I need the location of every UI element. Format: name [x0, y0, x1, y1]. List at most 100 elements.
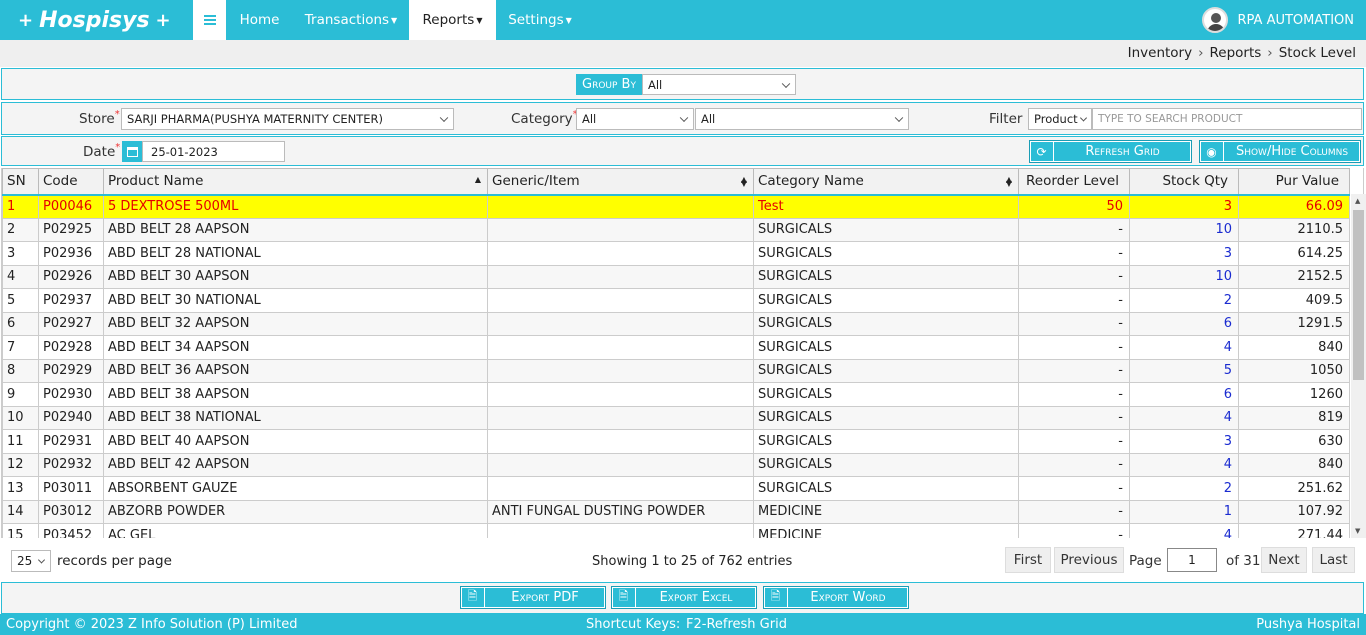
- table-row[interactable]: 14 P03012 ABZORB POWDER ANTI FUNGAL DUSTING…: [2, 499, 1350, 524]
- table-row[interactable]: 9 P02930 ABD BELT 38 AAPSON SURGICALS -6 1260: [2, 382, 1350, 407]
- copyright-text: Copyright © 2023 Z Info Solution (P) Lim…: [6, 617, 298, 632]
- table-row[interactable]: 10 P02940 ABD BELT 38 NATIONAL SURGICALS -4 8…: [2, 405, 1350, 430]
- grid-scrollbar[interactable]: ▲ ▼: [1351, 194, 1366, 538]
- cell-pur-value: 840: [1238, 335, 1350, 360]
- store-select[interactable]: SARJI PHARMA(PUSHYA MATERNITY CENTER): [121, 108, 454, 130]
- cell-code: P02931: [38, 429, 104, 454]
- table-row[interactable]: 6 P02927 ABD BELT 32 AAPSON SURGICALS -6 1291…: [2, 311, 1350, 336]
- breadcrumb-inventory[interactable]: Inventory: [1128, 45, 1192, 61]
- cell-generic-item: [487, 523, 754, 538]
- export-excel-button[interactable]: 🗎 Export Excel: [611, 586, 757, 609]
- cell-pur-value: 840: [1238, 452, 1350, 477]
- category-value-2: All: [701, 112, 716, 126]
- table-row[interactable]: 3 P02936 ABD BELT 28 NATIONAL SURGICALS -3 61…: [2, 241, 1350, 266]
- calendar-button[interactable]: [122, 141, 142, 162]
- cell-reorder-level: -: [1018, 523, 1130, 538]
- refresh-grid-button[interactable]: ⟳ Refresh Grid: [1029, 140, 1192, 163]
- caret-down-icon: ▼: [476, 15, 483, 25]
- table-row[interactable]: 11 P02931 ABD BELT 40 AAPSON SURGICALS -3 630: [2, 429, 1350, 454]
- table-row[interactable]: 12 P02932 ABD BELT 42 AAPSON SURGICALS -4 840: [2, 452, 1350, 477]
- category-select-2[interactable]: All: [695, 108, 909, 130]
- scroll-down-icon[interactable]: ▼: [1355, 527, 1360, 535]
- column-header-reorder-level[interactable]: Reorder Level: [1018, 168, 1130, 196]
- nav-settings[interactable]: Settings ▼: [496, 0, 584, 40]
- column-header-stock-qty[interactable]: Stock Qty: [1129, 168, 1239, 196]
- cell-reorder-level: -: [1018, 429, 1130, 454]
- column-header-pur-value[interactable]: Pur Value: [1238, 168, 1350, 196]
- sort-icon: ▲ ▼: [740, 175, 747, 188]
- export-excel-label: Export Excel: [659, 590, 733, 605]
- table-row[interactable]: 13 P03011 ABSORBENT GAUZE SURGICALS -2 251.62: [2, 476, 1350, 501]
- cell-category-name: SURGICALS: [753, 335, 1019, 360]
- nav-transactions-label: Transactions: [304, 12, 390, 28]
- column-header-generic-item[interactable]: Generic/Item ▲ ▼: [487, 168, 754, 196]
- cell-stock-qty: 4: [1129, 523, 1239, 538]
- table-row[interactable]: 4 P02926 ABD BELT 30 AAPSON SURGICALS -10 215…: [2, 264, 1350, 289]
- menu-toggle-button[interactable]: [193, 0, 226, 40]
- table-row[interactable]: 5 P02937 ABD BELT 30 NATIONAL SURGICALS -2 40…: [2, 288, 1350, 313]
- chevron-down-icon: [37, 556, 46, 564]
- column-header-sn[interactable]: SN: [2, 168, 39, 196]
- column-header-code[interactable]: Code: [38, 168, 104, 196]
- nav-reports[interactable]: Reports ▼: [409, 0, 496, 40]
- logo-text: Hospisys: [39, 7, 150, 33]
- cell-stock-qty: 1: [1129, 499, 1239, 524]
- table-row[interactable]: 15 P03452 AC GEL MEDICINE -4 271.44: [2, 523, 1350, 538]
- showing-entries-text: Showing 1 to 25 of 762 entries: [592, 554, 793, 569]
- user-menu[interactable]: RPA AUTOMATION: [1201, 7, 1354, 33]
- table-row[interactable]: 2 P02925 ABD BELT 28 AAPSON SURGICALS -10 211…: [2, 217, 1350, 242]
- hospisys-logo[interactable]: + Hospisys +: [18, 6, 171, 34]
- cell-code: P02927: [38, 311, 104, 336]
- cell-category-name: SURGICALS: [753, 476, 1019, 501]
- table-row[interactable]: 1 P00046 5 DEXTROSE 500ML Test 50 3 66.09: [2, 194, 1350, 219]
- cell-pur-value: 2152.5: [1238, 264, 1350, 289]
- records-per-page-select[interactable]: 25: [11, 550, 51, 572]
- show-hide-columns-button[interactable]: ◉ Show/Hide Columns: [1199, 140, 1361, 163]
- cell-code: P03012: [38, 499, 104, 524]
- cell-generic-item: [487, 335, 754, 360]
- nav-home[interactable]: Home: [226, 0, 293, 40]
- nav-home-label: Home: [239, 12, 280, 28]
- filter-type-select[interactable]: Product: [1028, 108, 1092, 130]
- cell-product-name: ABD BELT 28 NATIONAL: [103, 241, 488, 266]
- cell-code: P02926: [38, 264, 104, 289]
- column-header-generic-item-label: Generic/Item: [492, 173, 580, 190]
- excel-file-icon: 🗎: [612, 587, 636, 608]
- cell-pur-value: 271.44: [1238, 523, 1350, 538]
- table-row[interactable]: 8 P02929 ABD BELT 36 AAPSON SURGICALS -5 1050: [2, 358, 1350, 383]
- table-row[interactable]: 7 P02928 ABD BELT 34 AAPSON SURGICALS -4 840: [2, 335, 1350, 360]
- cell-sn: 6: [2, 311, 39, 336]
- column-header-product-name[interactable]: Product Name ▲: [103, 168, 488, 196]
- column-header-category-name[interactable]: Category Name ▲ ▼: [753, 168, 1019, 196]
- cell-stock-qty: 4: [1129, 405, 1239, 430]
- last-page-button[interactable]: Last: [1312, 547, 1355, 573]
- shortcut-keys-value: F2-Refresh Grid: [686, 617, 787, 632]
- cell-product-name: ABD BELT 40 AAPSON: [103, 429, 488, 454]
- refresh-grid-label: Refresh Grid: [1085, 144, 1160, 159]
- export-word-button[interactable]: 🗎 Export Word: [763, 586, 909, 609]
- cell-code: P02929: [38, 358, 104, 383]
- cell-generic-item: [487, 288, 754, 313]
- group-by-select[interactable]: All: [642, 74, 796, 95]
- previous-page-button[interactable]: Previous: [1054, 547, 1124, 573]
- records-per-page-label: records per page: [57, 553, 172, 569]
- cell-reorder-level: -: [1018, 288, 1130, 313]
- cell-pur-value: 630: [1238, 429, 1350, 454]
- first-page-button[interactable]: First: [1005, 547, 1051, 573]
- scroll-up-icon[interactable]: ▲: [1355, 197, 1360, 205]
- breadcrumb-reports[interactable]: Reports: [1210, 45, 1262, 61]
- date-label: Date*: [83, 142, 120, 160]
- date-input[interactable]: 25-01-2023: [142, 141, 285, 162]
- export-pdf-button[interactable]: 🗎 Export PDF: [460, 586, 606, 609]
- category-select-1[interactable]: All: [576, 108, 694, 130]
- nav-reports-label: Reports: [422, 12, 475, 28]
- cell-product-name: ABSORBENT GAUZE: [103, 476, 488, 501]
- category-value-1: All: [582, 112, 597, 126]
- next-page-button[interactable]: Next: [1261, 547, 1307, 573]
- cell-pur-value: 1260: [1238, 382, 1350, 407]
- scroll-thumb[interactable]: [1353, 210, 1364, 380]
- product-search-input[interactable]: TYPE TO SEARCH PRODUCT: [1092, 108, 1362, 130]
- nav-transactions[interactable]: Transactions ▼: [293, 0, 409, 40]
- cell-product-name: 5 DEXTROSE 500ML: [103, 194, 488, 219]
- page-number-input[interactable]: 1: [1167, 548, 1217, 572]
